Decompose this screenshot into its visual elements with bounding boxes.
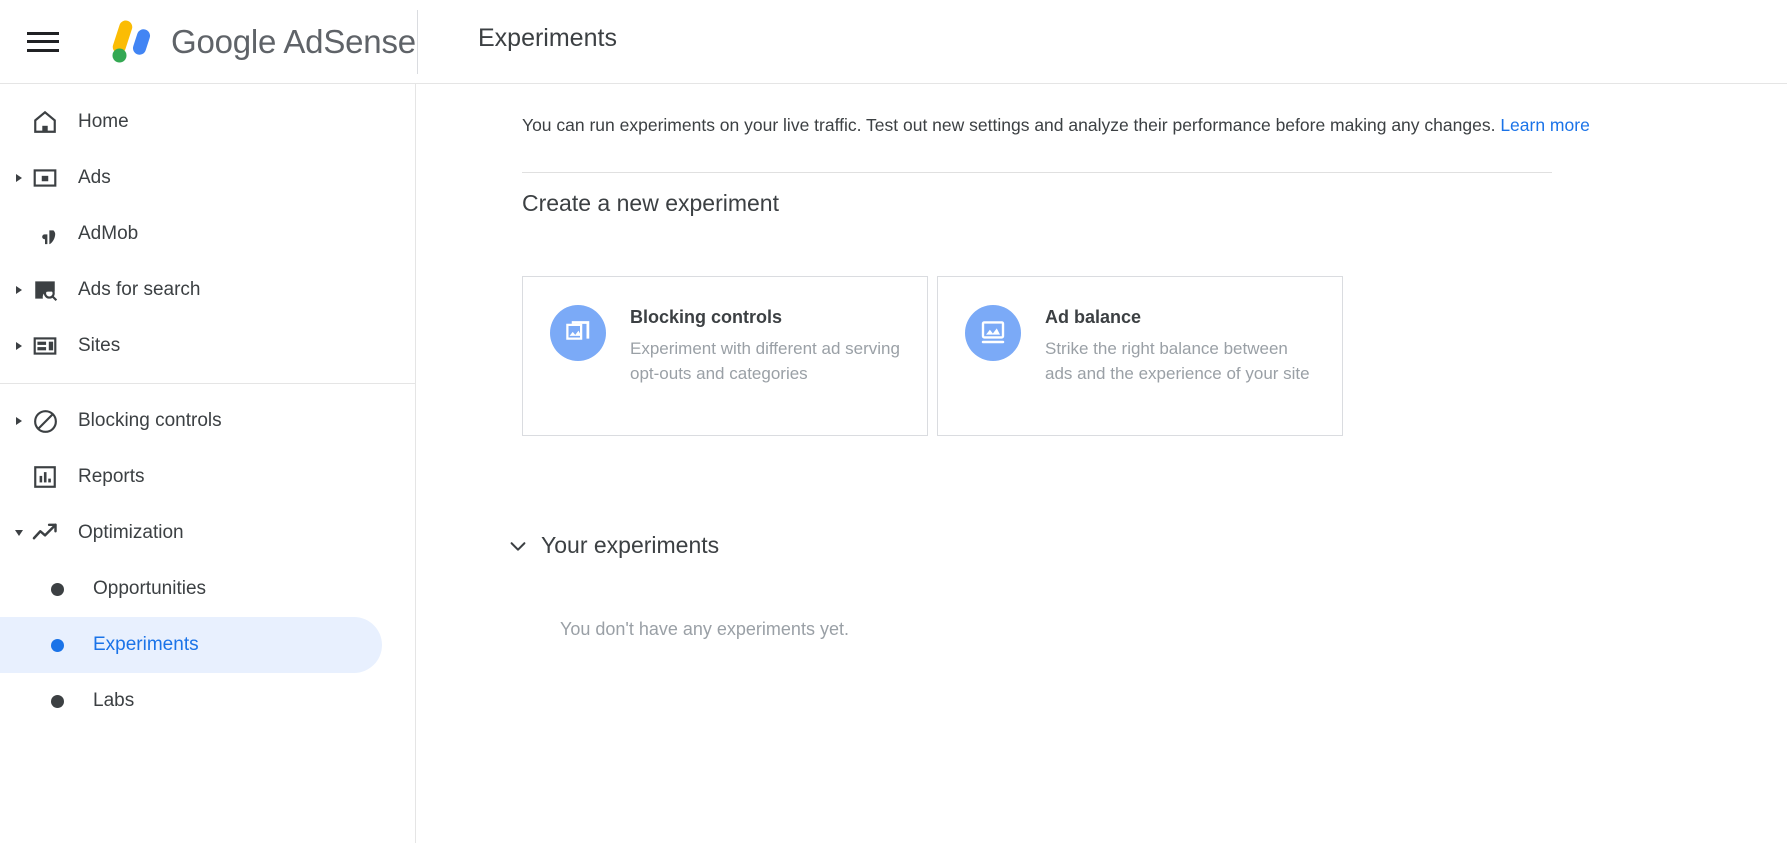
card-text-block: Blocking controls Experiment with differ… [630,305,902,386]
sites-icon [30,331,60,361]
expand-arrow-icon[interactable] [12,414,26,428]
intro-paragraph: You can run experiments on your live tra… [522,112,1612,138]
sidebar-item-ads-for-search[interactable]: Ads for search [0,262,382,318]
sidebar-item-label: Optimization [78,522,184,543]
photo-library-icon [550,305,606,361]
intro-text: You can run experiments on your live tra… [522,115,1496,135]
ads-icon [30,163,60,193]
card-text-block: Ad balance Strike the right balance betw… [1045,305,1317,386]
bullet-icon [51,638,64,652]
sidebar-item-label: Ads for search [78,279,201,300]
sidebar-item-labs[interactable]: Labs [0,673,382,729]
brand-title: Google AdSense [171,22,416,60]
adsense-experiments-page: Google AdSense Experiments Home Ads AdMo… [0,0,1787,843]
sidebar-item-experiments[interactable]: Experiments [0,617,382,673]
hamburger-line [27,31,59,35]
learn-more-link[interactable]: Learn more [1500,115,1590,135]
bullet-icon [51,582,64,596]
main-content: You can run experiments on your live tra… [417,84,1787,843]
sidebar-item-opportunities[interactable]: Opportunities [0,561,382,617]
sidebar-item-admob[interactable]: AdMob [0,206,382,262]
top-app-bar: Google AdSense Experiments [0,0,1787,84]
blocking-controls-icon [30,406,60,436]
optimization-trending-up-icon [30,518,60,548]
sidebar-subitem-label: Opportunities [93,578,207,599]
google-adsense-logo-icon [105,18,161,66]
sidebar-item-label: Ads [78,167,111,188]
expand-arrow-icon[interactable] [12,339,26,353]
collapse-arrow-icon[interactable] [12,526,26,540]
card-blocking-controls[interactable]: Blocking controls Experiment with differ… [522,276,928,436]
brand-logo-link[interactable]: Google AdSense [105,18,416,66]
empty-state-message: You don't have any experiments yet. [560,619,849,639]
content-divider [522,172,1552,173]
create-experiment-heading: Create a new experiment [522,190,779,216]
page-title: Experiments [478,24,617,52]
ad-balance-image-icon [965,305,1021,361]
expand-arrow-icon[interactable] [12,283,26,297]
reports-icon [30,462,60,492]
hamburger-line [27,40,59,43]
expand-arrow-icon[interactable] [12,171,26,185]
card-ad-balance[interactable]: Ad balance Strike the right balance betw… [937,276,1343,436]
card-title: Blocking controls [630,307,783,327]
sidebar-item-blocking-controls[interactable]: Blocking controls [0,393,382,449]
sidebar-item-label: Home [78,111,129,132]
chevron-down-icon[interactable] [507,535,529,557]
hamburger-line [27,48,59,52]
bullet-icon [51,694,64,708]
sidebar-item-label: Reports [78,466,145,487]
sidebar-nav: Home Ads AdMob Ads for search Sites Bloc… [0,84,416,843]
home-icon [30,107,60,137]
sidebar-item-ads[interactable]: Ads [0,150,382,206]
sidebar-item-home[interactable]: Home [0,94,382,150]
sidebar-item-label: AdMob [78,223,139,244]
card-description: Experiment with different ad serving opt… [630,339,900,383]
experiment-type-card-list: Blocking controls Experiment with differ… [522,276,1343,436]
admob-icon [30,219,60,249]
sidebar-item-label: Blocking controls [78,410,222,431]
card-title: Ad balance [1045,307,1142,327]
sidebar-item-label: Sites [78,335,121,356]
sidebar-item-sites[interactable]: Sites [0,318,382,374]
sidebar-item-optimization[interactable]: Optimization [0,505,382,561]
ads-for-search-icon [30,275,60,305]
sidebar-divider [0,383,416,384]
hamburger-menu-icon[interactable] [27,29,61,55]
topbar-divider [417,10,418,74]
your-experiments-header[interactable]: Your experiments [507,532,1707,559]
sidebar-subitem-label: Experiments [93,634,199,655]
card-description: Strike the right balance between ads and… [1045,339,1310,383]
your-experiments-label: Your experiments [541,532,720,558]
sidebar-subitem-label: Labs [93,690,135,711]
sidebar-item-reports[interactable]: Reports [0,449,382,505]
